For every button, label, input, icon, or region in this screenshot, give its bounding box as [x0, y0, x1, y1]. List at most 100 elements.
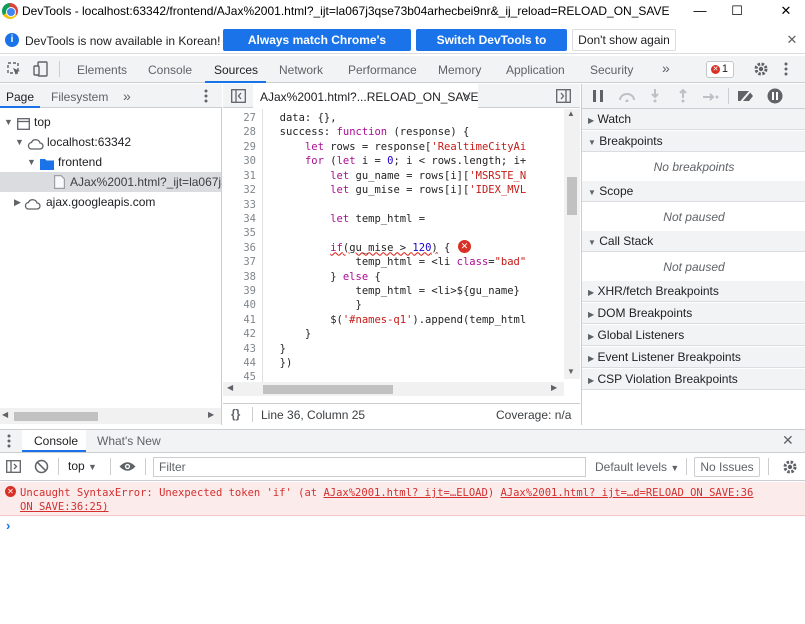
tab-console[interactable]: Console [148, 63, 192, 77]
infobar-close-icon[interactable]: ✕ [784, 32, 800, 48]
line-number[interactable]: 39 [243, 285, 256, 297]
match-language-button[interactable]: Always match Chrome's language [223, 29, 411, 69]
tree-item-frontend[interactable]: ▼ frontend [0, 152, 222, 172]
close-tab-icon[interactable]: × [463, 88, 471, 104]
scroll-thumb[interactable] [567, 177, 577, 215]
line-number[interactable]: 36 [243, 242, 256, 254]
switch-korean-button[interactable]: Switch DevTools to Korean [416, 29, 567, 69]
deactivate-breakpoints-icon[interactable] [737, 88, 755, 106]
section-global-listeners[interactable]: ▶ Global Listeners [582, 325, 805, 346]
navigator-hscrollbar[interactable]: ◀ ▶ [0, 408, 221, 424]
error-marker-icon[interactable]: ✕ [458, 240, 471, 253]
section-event-listener-breakpoints[interactable]: ▶ Event Listener Breakpoints [582, 347, 805, 368]
pause-on-exceptions-icon[interactable] [767, 88, 783, 107]
drawer-menu-icon[interactable] [7, 434, 11, 451]
drawer-tab-console[interactable]: Console [22, 430, 86, 452]
line-number[interactable]: 41 [243, 314, 256, 326]
dont-show-again-button[interactable]: Don't show again [572, 29, 676, 51]
step-icon[interactable] [703, 91, 719, 105]
scroll-up-icon[interactable]: ▲ [567, 109, 575, 118]
tab-elements[interactable]: Elements [77, 63, 127, 77]
line-number[interactable]: 38 [243, 271, 256, 283]
error-location-link[interactable]: AJax%2001.html? ijt=…d=RELOAD ON SAVE:36 [500, 487, 753, 499]
navigator-menu-icon[interactable] [204, 89, 208, 106]
customize-menu-icon[interactable] [784, 62, 788, 79]
issues-button[interactable]: No Issues [694, 457, 760, 477]
section-watch[interactable]: ▶ Watch [582, 109, 805, 130]
line-number[interactable]: 37 [243, 256, 256, 268]
scroll-left-icon[interactable]: ◀ [227, 383, 233, 392]
line-number[interactable]: 34 [243, 213, 256, 225]
drawer-tab-whats-new[interactable]: What's New [97, 434, 161, 448]
scroll-left-icon[interactable]: ◀ [2, 410, 8, 419]
editor-hscrollbar[interactable]: ◀ ▶ [223, 382, 564, 396]
tree-item-googleapis[interactable]: ▶ ajax.googleapis.com [0, 192, 222, 212]
tree-item-localhost[interactable]: ▼ localhost:63342 [0, 132, 222, 152]
settings-gear-icon[interactable] [753, 61, 769, 80]
tab-security[interactable]: Security [590, 63, 633, 77]
drawer-close-icon[interactable]: ✕ [782, 432, 794, 449]
more-tabs-icon[interactable]: » [662, 60, 670, 76]
coverage-status[interactable]: Coverage: n/a [496, 408, 571, 422]
line-number[interactable]: 35 [243, 227, 256, 239]
tab-sources[interactable]: Sources [214, 63, 258, 77]
eye-icon[interactable] [119, 461, 136, 475]
section-call-stack[interactable]: ▼ Call Stack [582, 231, 805, 252]
console-filter-input[interactable]: Filter [153, 457, 586, 477]
line-number[interactable]: 42 [243, 328, 256, 340]
scroll-down-icon[interactable]: ▼ [567, 367, 575, 376]
scroll-thumb[interactable] [263, 385, 393, 394]
editor-vscrollbar[interactable]: ▲ ▼ [564, 109, 580, 379]
tab-page[interactable]: Page [6, 90, 34, 104]
maximize-button[interactable]: ☐ [727, 2, 747, 20]
section-dom-breakpoints[interactable]: ▶ DOM Breakpoints [582, 303, 805, 324]
tab-performance[interactable]: Performance [348, 63, 417, 77]
step-into-icon[interactable] [650, 89, 660, 106]
toggle-debugger-icon[interactable] [556, 89, 571, 106]
line-number[interactable]: 33 [243, 199, 256, 211]
section-scope[interactable]: ▼ Scope [582, 181, 805, 202]
tab-network[interactable]: Network [279, 63, 323, 77]
pretty-print-button[interactable]: {} [231, 407, 240, 421]
section-breakpoints[interactable]: ▼ Breakpoints [582, 131, 805, 152]
device-toolbar-icon[interactable] [33, 61, 49, 80]
line-number[interactable]: 30 [243, 155, 256, 167]
line-number[interactable]: 31 [243, 170, 256, 182]
toggle-navigator-icon[interactable] [231, 89, 246, 106]
console-settings-gear-icon[interactable] [782, 459, 798, 478]
error-count-badge[interactable]: ✕ 1 [706, 61, 734, 78]
scroll-right-icon[interactable]: ▶ [208, 410, 214, 419]
toggle-sidebar-icon[interactable] [6, 460, 21, 476]
error-source-link[interactable]: AJax%2001.html? ijt=…ELOAD [323, 487, 487, 499]
inspect-element-icon[interactable] [7, 62, 21, 79]
line-number[interactable]: 28 [243, 126, 256, 138]
code-area[interactable]: data: {}, success: function (response) {… [267, 109, 564, 387]
tab-filesystem[interactable]: Filesystem [51, 90, 108, 104]
tree-item-file[interactable]: AJax%2001.html?_ijt=la067j3 [0, 172, 222, 192]
section-csp-violation-breakpoints[interactable]: ▶ CSP Violation Breakpoints [582, 369, 805, 390]
step-out-icon[interactable] [678, 88, 688, 106]
line-number[interactable]: 29 [243, 141, 256, 153]
line-number[interactable]: 27 [243, 112, 256, 124]
section-xhr-breakpoints[interactable]: ▶ XHR/fetch Breakpoints [582, 281, 805, 302]
line-number[interactable]: 32 [243, 184, 256, 196]
scroll-thumb[interactable] [14, 412, 98, 421]
step-over-icon[interactable] [618, 90, 636, 105]
scroll-right-icon[interactable]: ▶ [551, 383, 557, 392]
minimize-button[interactable]: — [690, 2, 710, 20]
clear-console-icon[interactable] [34, 459, 49, 477]
dropdown-arrow-icon: ▼ [670, 463, 680, 473]
tab-application[interactable]: Application [506, 63, 565, 77]
more-navigator-tabs-icon[interactable]: » [123, 88, 131, 104]
log-levels-dropdown[interactable]: Default levels ▼ [595, 460, 679, 474]
error-location-link-cont[interactable]: ON SAVE:36:25) [20, 501, 109, 513]
console-input[interactable] [18, 518, 798, 618]
pause-icon[interactable] [593, 90, 603, 105]
context-selector[interactable]: top ▼ [68, 459, 97, 473]
line-number[interactable]: 44 [243, 357, 256, 369]
tab-memory[interactable]: Memory [438, 63, 481, 77]
editor-file-tab[interactable]: AJax%2001.html?...RELOAD_ON_SAVE × [253, 84, 479, 108]
line-number[interactable]: 40 [243, 299, 256, 311]
line-number[interactable]: 43 [243, 343, 256, 355]
close-window-button[interactable]: ✕ [776, 2, 796, 20]
